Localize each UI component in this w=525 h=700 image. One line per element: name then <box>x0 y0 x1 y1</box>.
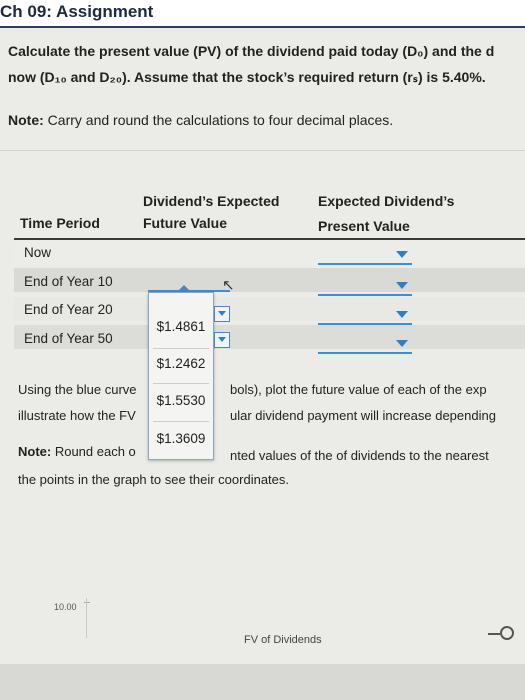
instruction-line-1: Calculate the present value (PV) of the … <box>8 43 495 59</box>
graph-note-text: Round each o <box>51 444 136 459</box>
row-label-year10: End of Year 10 <box>24 274 113 289</box>
pv-dropdown-year20[interactable] <box>318 305 412 325</box>
dropdown-option[interactable]: $1.4861 <box>149 313 213 340</box>
graph-instruction-1a: Using the blue curve <box>18 382 137 397</box>
scroll-caret-box[interactable] <box>214 332 230 348</box>
table-header-rule <box>14 238 525 240</box>
chevron-down-icon <box>396 282 408 289</box>
fv-dropdown-list[interactable]: $1.4861 $1.2462 $1.5530 $1.3609 <box>148 292 214 460</box>
dropdown-scroll-carets[interactable] <box>214 306 230 348</box>
graph-bottom-band <box>0 664 525 700</box>
y-axis-tick: 10.00 <box>54 602 77 612</box>
graph-instruction-2a: illustrate how the FV <box>18 408 136 423</box>
y-axis-line <box>86 598 87 638</box>
chevron-down-icon <box>396 311 408 318</box>
dropdown-option[interactable]: $1.3609 <box>149 425 213 452</box>
legend-line-icon <box>488 633 500 635</box>
graph-instruction-4: the points in the graph to see their coo… <box>18 472 290 487</box>
calc-note: Note: Carry and round the calculations t… <box>8 112 393 128</box>
dropdown-option[interactable]: $1.5530 <box>149 387 213 414</box>
table-row <box>14 241 525 265</box>
scroll-caret-box[interactable] <box>214 306 230 322</box>
option-separator <box>153 383 209 384</box>
option-separator <box>153 421 209 422</box>
col-header-fv-line2: Future Value <box>143 215 228 231</box>
chevron-down-icon <box>396 340 408 347</box>
graph-note-label: Note: <box>18 444 52 459</box>
pv-dropdown-year10[interactable] <box>318 276 412 296</box>
note-label: Note: <box>8 112 44 128</box>
pv-dropdown-year50[interactable] <box>318 334 412 354</box>
y-axis-tickmark <box>84 602 90 603</box>
col-header-pv-line1: Expected Dividend’s <box>318 193 455 209</box>
col-header-fv-line1: Dividend’s Expected <box>143 193 280 209</box>
graph-instruction-3b: nted values of the of dividends to the n… <box>230 448 489 463</box>
row-label-year20: End of Year 20 <box>24 302 113 317</box>
row-label-now: Now <box>24 245 52 260</box>
option-separator <box>153 348 209 349</box>
graph-instruction-2b: ular dividend payment will increase depe… <box>230 408 496 423</box>
section-divider <box>0 150 525 151</box>
chevron-down-icon <box>218 337 226 342</box>
instruction-line-2: now (D₁₀ and D₂₀). Assume that the stock… <box>8 69 486 85</box>
col-header-pv-line2: Present Value <box>318 218 410 234</box>
row-label-year50: End of Year 50 <box>24 331 113 346</box>
note-text: Carry and round the calculations to four… <box>43 112 394 128</box>
popup-pointer-icon <box>177 285 191 292</box>
graph-instruction-1b: bols), plot the future value of each of … <box>230 382 487 397</box>
pv-dropdown-now[interactable] <box>318 245 412 265</box>
cursor-icon: ↖ <box>222 277 235 294</box>
col-header-time: Time Period <box>20 215 100 231</box>
chevron-down-icon <box>396 251 408 258</box>
graph-legend-label: FV of Dividends <box>244 634 322 646</box>
page-title: Ch 09: Assignment <box>0 2 154 21</box>
dropdown-option[interactable]: $1.2462 <box>149 350 213 377</box>
circle-marker-icon[interactable] <box>500 626 514 640</box>
graph-note-a: Note: Round each o <box>18 444 136 459</box>
chevron-down-icon <box>218 311 226 316</box>
